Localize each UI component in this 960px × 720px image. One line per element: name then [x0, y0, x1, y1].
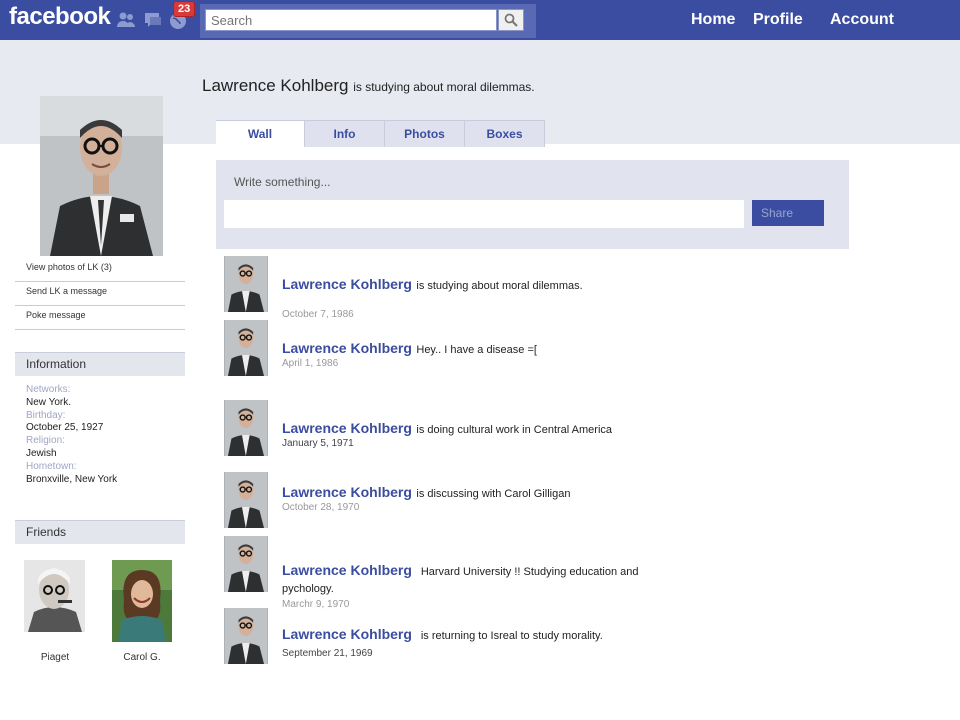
post-author-link[interactable]: Lawrence Kohlberg: [282, 626, 412, 642]
messages-icon[interactable]: [143, 10, 163, 30]
tab-info[interactable]: Info: [305, 120, 385, 147]
post-date[interactable]: April 1, 1986: [282, 358, 702, 369]
share-button[interactable]: Share: [752, 200, 824, 226]
post-author-link[interactable]: Lawrence Kohlberg: [282, 276, 412, 292]
hometown-value: Bronxville, New York: [26, 473, 118, 485]
friends-heading: Friends: [15, 520, 185, 544]
send-message-link[interactable]: Send LK a message: [15, 282, 185, 306]
post-date[interactable]: Marchr 9, 1970: [282, 597, 682, 613]
tab-wall[interactable]: Wall: [216, 120, 305, 147]
post-date[interactable]: January 5, 1971: [282, 438, 702, 449]
information-fields: Networks: New York. Birthday: October 25…: [26, 384, 186, 486]
profile-action-links: View photos of LK (3) Send LK a message …: [15, 258, 185, 330]
friend-item-carol-g[interactable]: Carol G.: [112, 560, 172, 663]
tab-photos[interactable]: Photos: [385, 120, 465, 147]
post-author-thumbnail[interactable]: [224, 320, 268, 376]
post-author-link[interactable]: Lawrence Kohlberg: [282, 484, 412, 500]
post-author-thumbnail[interactable]: [224, 256, 268, 312]
profile-name-heading: Lawrence Kohlberg: [202, 76, 349, 95]
post-author-link[interactable]: Lawrence Kohlberg: [282, 420, 412, 436]
nav-account-link[interactable]: Account: [830, 11, 894, 29]
facebook-logo[interactable]: facebook: [9, 3, 111, 31]
profile-picture[interactable]: [40, 96, 163, 256]
friend-requests-icon[interactable]: [116, 10, 136, 30]
hometown-label: Hometown:: [26, 460, 77, 472]
search-input[interactable]: [205, 9, 497, 31]
wall-post-composer: Write something... Share: [216, 160, 849, 249]
post-date[interactable]: October 7, 1986: [282, 309, 702, 320]
post-author-thumbnail[interactable]: [224, 400, 268, 456]
post-text: is studying about moral dilemmas.: [416, 280, 583, 292]
post-author-thumbnail[interactable]: [224, 536, 268, 592]
religion-value: Jewish: [26, 447, 57, 459]
information-heading: Information: [15, 352, 185, 376]
view-photos-link[interactable]: View photos of LK (3): [15, 258, 185, 282]
post-author-link[interactable]: Lawrence Kohlberg: [282, 562, 412, 578]
composer-label: Write something...: [234, 175, 331, 189]
networks-value: New York.: [26, 396, 72, 408]
networks-label: Networks:: [26, 384, 71, 395]
post-author-thumbnail[interactable]: [224, 472, 268, 528]
friend-name[interactable]: Piaget: [24, 652, 86, 663]
profile-status-text: is studying about moral dilemmas.: [353, 80, 535, 94]
post-date[interactable]: October 28, 1970: [282, 502, 702, 513]
post-text: Hey.. I have a disease =[: [416, 344, 537, 356]
birthday-value: October 25, 1927: [26, 422, 104, 434]
friend-name[interactable]: Carol G.: [112, 652, 172, 663]
friend-item-piaget[interactable]: Piaget: [24, 560, 86, 663]
top-navigation-bar: facebook 23 Home Profile Account: [0, 0, 960, 40]
tab-boxes[interactable]: Boxes: [465, 120, 545, 147]
nav-home-link[interactable]: Home: [691, 11, 735, 29]
friend-photo[interactable]: [24, 560, 85, 632]
post-author-link[interactable]: Lawrence Kohlberg: [282, 340, 412, 356]
poke-link[interactable]: Poke message: [15, 306, 185, 330]
religion-label: Religion:: [26, 435, 65, 447]
post-author-thumbnail[interactable]: [224, 608, 268, 664]
friend-photo[interactable]: [112, 560, 172, 642]
notification-count-badge[interactable]: 23: [173, 1, 196, 17]
wall-post-input[interactable]: [224, 200, 744, 228]
post-text: is discussing with Carol Gilligan: [416, 488, 571, 500]
post-text: is doing cultural work in Central Americ…: [416, 424, 613, 436]
post-date[interactable]: September 21, 1969: [282, 648, 702, 659]
birthday-label: Birthday:: [26, 409, 66, 421]
profile-status-line: Lawrence Kohlberg is studying about mora…: [202, 76, 535, 96]
search-icon: [504, 13, 518, 27]
nav-profile-link[interactable]: Profile: [753, 11, 803, 29]
search-button[interactable]: [498, 9, 524, 31]
post-text: is returning to Isreal to study morality…: [420, 630, 603, 642]
